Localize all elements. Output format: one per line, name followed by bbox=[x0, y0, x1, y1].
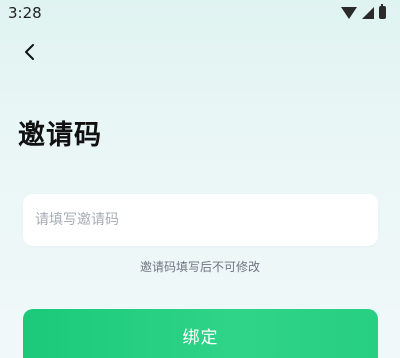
status-bar: 3:28 bbox=[0, 0, 400, 28]
bind-button[interactable]: 绑定 bbox=[23, 309, 378, 358]
status-icons bbox=[341, 4, 386, 19]
wifi-icon bbox=[341, 6, 357, 19]
battery-icon bbox=[379, 4, 386, 19]
invite-code-input[interactable] bbox=[23, 194, 378, 246]
status-time: 3:28 bbox=[8, 4, 42, 22]
signal-icon bbox=[362, 6, 374, 19]
invite-code-field[interactable] bbox=[23, 194, 378, 246]
page-title: 邀请码 bbox=[18, 120, 102, 151]
back-button[interactable] bbox=[16, 38, 44, 66]
hint-text: 邀请码填写后不可修改 bbox=[139, 260, 260, 274]
chevron-left-icon bbox=[25, 44, 34, 60]
